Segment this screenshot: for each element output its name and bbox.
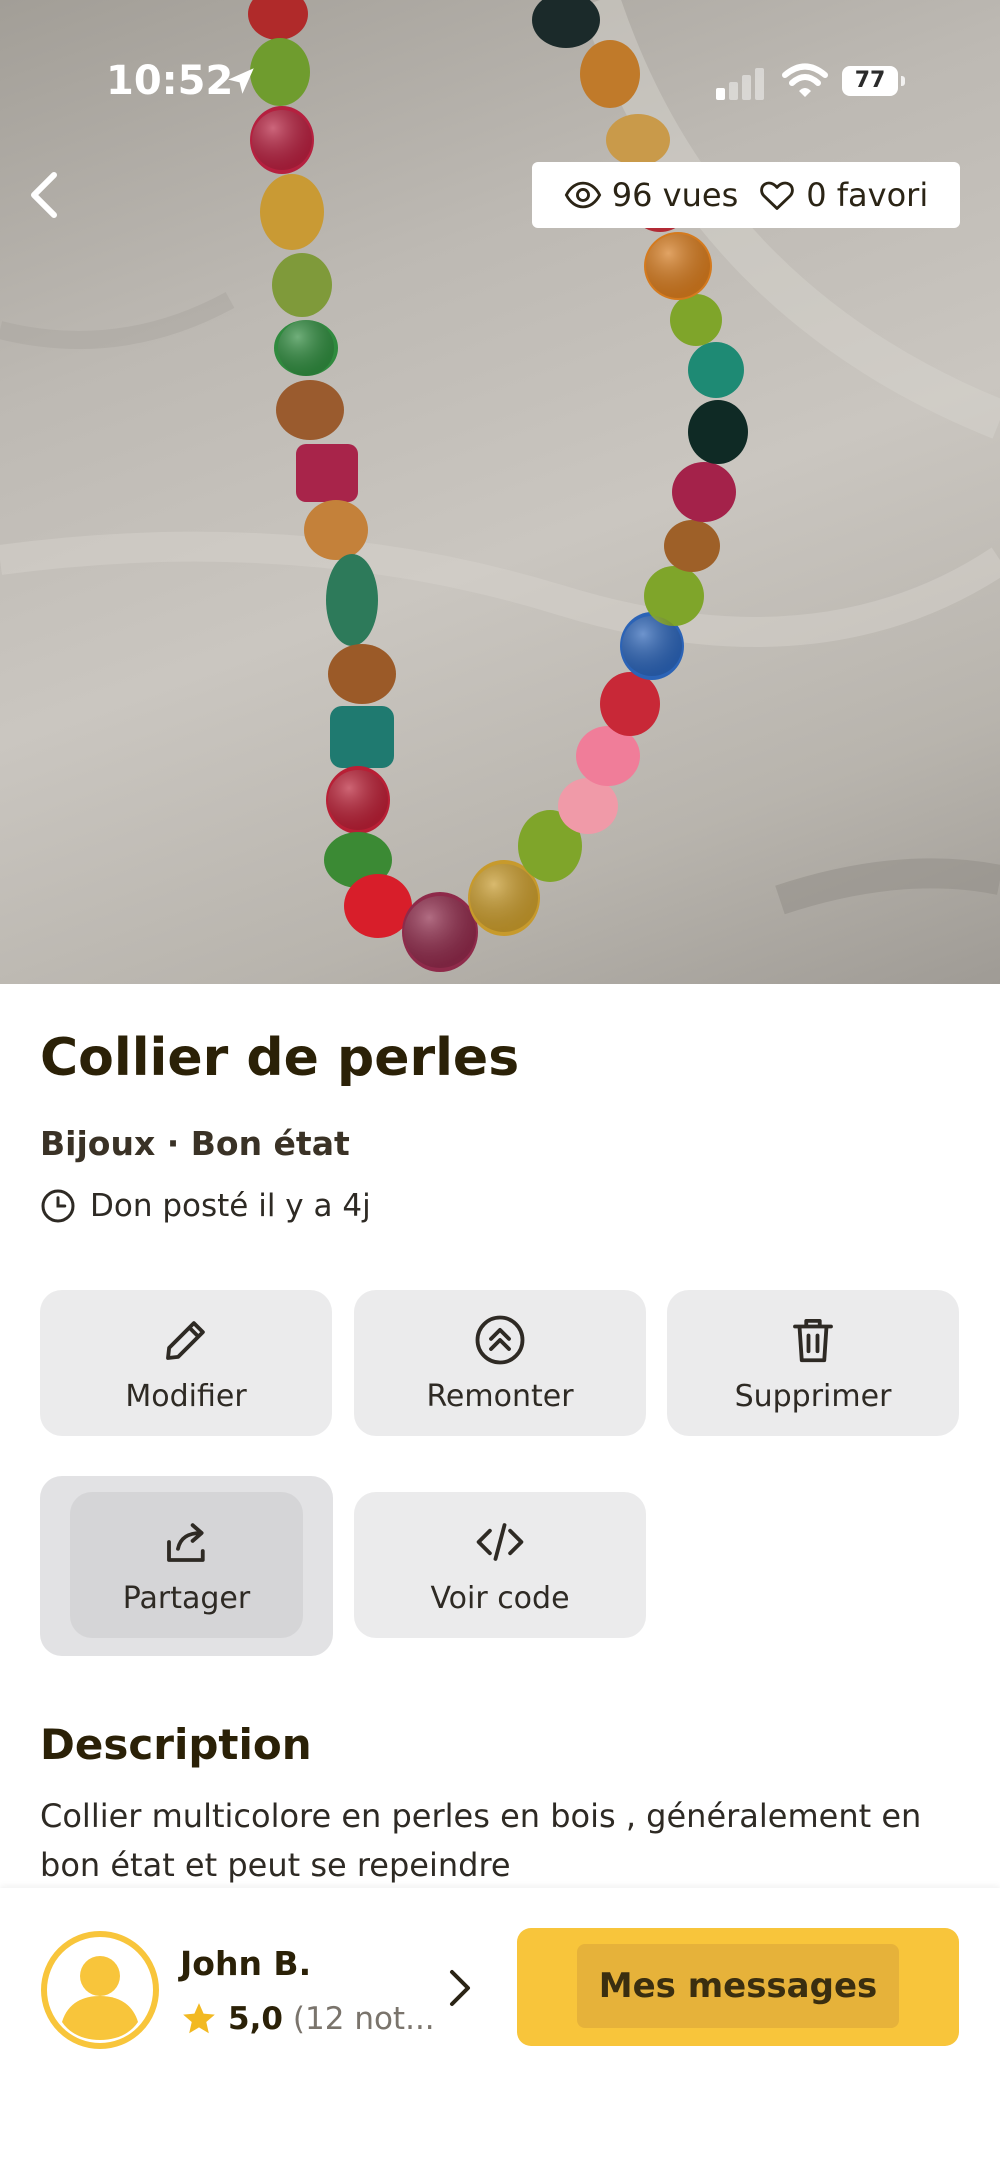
item-category-condition: Bijoux · Bon état (40, 1124, 350, 1163)
favorites-count: 0 favori (806, 176, 929, 214)
eye-icon (564, 181, 601, 209)
view-code-button[interactable]: Voir code (354, 1492, 646, 1638)
trash-icon (793, 1318, 833, 1362)
description-text: Collier multicolore en perles en bois , … (40, 1797, 922, 1884)
item-photo[interactable]: 10:52 77 96 vues 0 favori (0, 0, 1000, 984)
delete-label: Supprimer (734, 1378, 892, 1414)
heart-icon (760, 181, 795, 210)
view-code-label: Voir code (430, 1580, 570, 1616)
share-label: Partager (122, 1580, 251, 1616)
views-stat: 96 vues (564, 176, 738, 214)
back-button[interactable] (18, 165, 70, 225)
clock-icon (41, 1189, 75, 1223)
edit-button[interactable]: Modifier (40, 1290, 332, 1436)
views-count: 96 vues (611, 176, 739, 214)
rating-count: (12 not... (292, 2001, 435, 2037)
bump-button[interactable]: Remonter (354, 1290, 646, 1436)
status-bar: 10:52 77 (0, 0, 1000, 160)
code-icon (476, 1522, 524, 1561)
status-time: 10:52 (106, 58, 234, 104)
bump-label: Remonter (426, 1378, 574, 1414)
favorites-stat[interactable]: 0 favori (758, 176, 928, 214)
messages-button[interactable]: Mes messages (517, 1928, 959, 2046)
share-icon (166, 1522, 205, 1562)
bottom-bar: John B. 5,0 (12 not... Mes messages (0, 1888, 1000, 2172)
item-title: Collier de perles (40, 1028, 520, 1088)
posted-time: Don posté il y a 4j (40, 1188, 371, 1224)
messages-label: Mes messages (577, 1944, 899, 2028)
share-button-focus-ring: Partager (40, 1476, 333, 1656)
star-icon (183, 2003, 215, 2034)
edit-label: Modifier (125, 1378, 247, 1414)
location-arrow-icon (228, 68, 254, 94)
signal-icon (716, 68, 764, 100)
share-button[interactable]: Partager (70, 1492, 303, 1638)
wifi-icon (782, 63, 828, 97)
battery-icon: 77 (842, 66, 905, 96)
user-avatar-icon[interactable] (40, 1930, 160, 2050)
double-chevron-up-icon (475, 1315, 525, 1364)
pencil-icon (166, 1320, 205, 1360)
chevron-right-icon[interactable] (440, 1958, 480, 2018)
posted-label: Don posté il y a 4j (90, 1188, 371, 1224)
seller-name[interactable]: John B. (180, 1944, 311, 1983)
stats-pill: 96 vues 0 favori (532, 162, 960, 228)
rating-value: 5,0 (228, 2001, 283, 2037)
seller-rating: 5,0 (12 not... (180, 2000, 435, 2038)
delete-button[interactable]: Supprimer (667, 1290, 959, 1436)
description-heading: Description (40, 1720, 312, 1769)
